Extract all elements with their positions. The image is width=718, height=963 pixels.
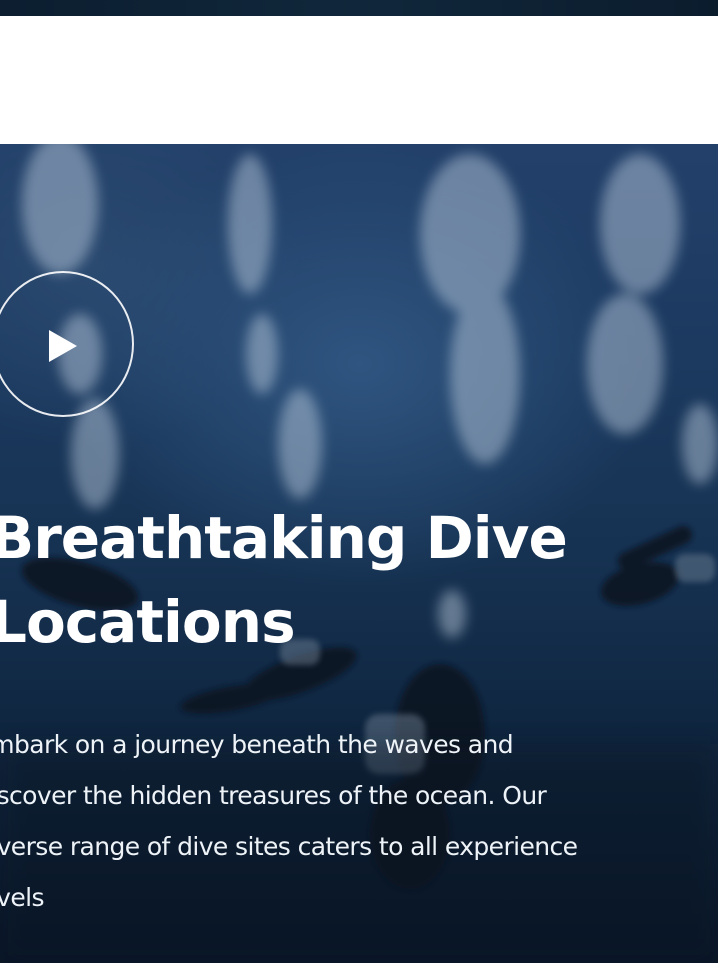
hero-title-line-1: Breathtaking Dive: [0, 504, 568, 572]
hero-description-line: Embark on a journey beneath the waves an…: [0, 730, 514, 759]
hero-title: Breathtaking Dive Locations: [0, 496, 710, 664]
hero-description-line: diverse range of dive sites caters to al…: [0, 832, 578, 861]
hero-description-line: discover the hidden treasures of the oce…: [0, 781, 547, 810]
hero-section: Breathtaking Dive Locations Embark on a …: [0, 144, 718, 963]
hero-description: Embark on a journey beneath the waves an…: [0, 719, 718, 923]
hero-description-line: levels: [0, 883, 44, 912]
top-strip: [0, 0, 718, 16]
hero-title-line-2: Locations: [0, 588, 296, 656]
play-icon: [49, 330, 77, 362]
header-bar: [0, 16, 718, 144]
